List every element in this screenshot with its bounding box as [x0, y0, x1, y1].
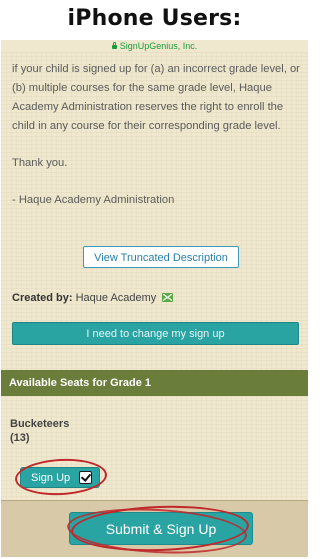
created-by: Created by: Haque Academy [12, 292, 174, 304]
mail-icon[interactable] [162, 293, 174, 302]
page-heading: iPhone Users: [67, 6, 242, 31]
description-thanks: Thank you. [12, 157, 68, 169]
description-signature: - Haque Academy Administration [12, 194, 175, 206]
view-truncated-description-button[interactable]: View Truncated Description [83, 246, 239, 268]
available-seats-header: Available Seats for Grade 1 [1, 370, 308, 396]
description-paragraph: if your child is signed up for (a) an in… [12, 63, 300, 132]
phone-screen: SignUpGenius, Inc. if your child is sign… [1, 40, 308, 557]
slot-name: Bucketeers [10, 418, 70, 430]
slot-count: (13) [10, 432, 30, 444]
created-by-name: Haque Academy [75, 292, 157, 304]
url-label: SignUpGenius, Inc. [119, 41, 198, 51]
created-by-label: Created by: [12, 292, 73, 304]
description: if your child is signed up for (a) an in… [12, 60, 302, 210]
annotation-circle-signup [14, 456, 108, 498]
change-signup-button[interactable]: I need to change my sign up [12, 322, 299, 345]
lock-icon [111, 42, 117, 49]
url-bar[interactable]: SignUpGenius, Inc. [1, 40, 308, 52]
